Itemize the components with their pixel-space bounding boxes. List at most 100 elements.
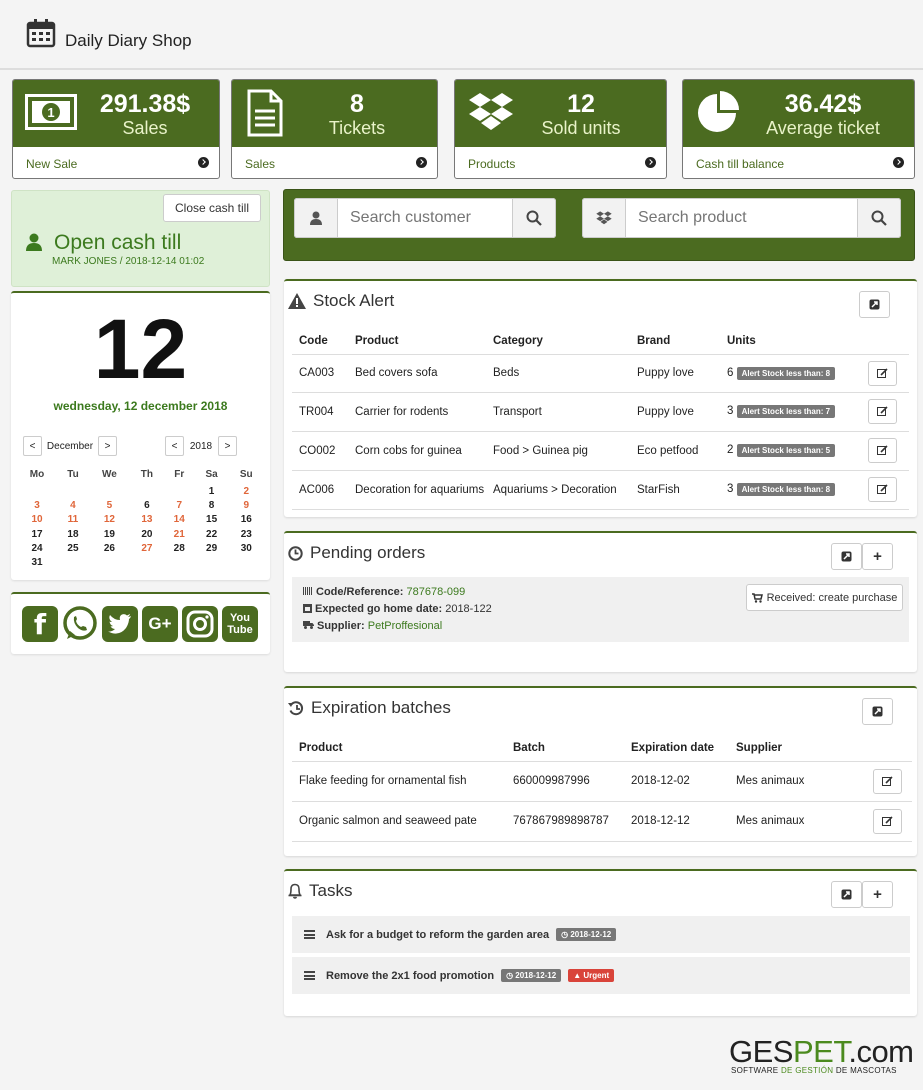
calendar-day[interactable]: 28 (164, 541, 195, 555)
calendar-day[interactable]: 8 (195, 498, 229, 512)
edit-button[interactable] (868, 399, 897, 424)
calendar-day[interactable]: 5 (89, 498, 130, 512)
stock-code: CO002 (292, 431, 348, 471)
stock-brand: StarFish (630, 470, 720, 510)
calendar-day[interactable]: 10 (17, 513, 57, 527)
calendar-day[interactable]: 19 (89, 527, 130, 541)
google-plus-icon[interactable]: G+ (142, 606, 178, 642)
new-sale-link[interactable]: New Sale (26, 157, 77, 171)
twitter-icon[interactable] (102, 606, 138, 642)
search-product-group (582, 198, 901, 238)
create-purchase-button[interactable]: Received: create purchase (746, 584, 903, 611)
stock-brand: Puppy love (630, 392, 720, 432)
instagram-icon[interactable] (182, 606, 218, 642)
calendar-day[interactable]: 12 (89, 513, 130, 527)
search-product-button[interactable] (857, 198, 901, 238)
calendar-day[interactable]: 29 (195, 541, 229, 555)
add-order-button[interactable]: + (862, 543, 893, 570)
calendar-day[interactable]: 21 (164, 527, 195, 541)
tickets-value: 8 (350, 90, 364, 118)
gespet-tagline: SOFTWARE DE GESTIÓN DE MASCOTAS (731, 1066, 897, 1075)
truck-icon (303, 621, 314, 629)
next-year-button[interactable]: > (218, 436, 237, 456)
calendar-day (229, 555, 264, 569)
stock-alert-badge: Alert Stock less than: 5 (736, 444, 836, 457)
calendar-day[interactable]: 4 (57, 498, 89, 512)
calendar-day[interactable]: 13 (130, 513, 164, 527)
search-customer-button[interactable] (512, 198, 556, 238)
calendar-day[interactable]: 31 (17, 555, 57, 569)
calendar-day (130, 555, 164, 569)
edit-button[interactable] (873, 808, 902, 834)
expand-button[interactable] (862, 698, 893, 725)
edit-button[interactable] (873, 768, 902, 794)
whatsapp-icon[interactable] (62, 606, 98, 642)
stock-code: CA003 (292, 354, 348, 393)
calendar-day (164, 555, 195, 569)
search-product-input[interactable] (626, 198, 857, 238)
stock-alert-panel: Stock Alert Code Product Category Brand … (284, 279, 917, 517)
social-links: f G+ You Tube (11, 592, 270, 654)
calendar-day (89, 555, 130, 569)
edit-button[interactable] (868, 477, 897, 502)
calendar-day[interactable]: 25 (57, 541, 89, 555)
edit-button[interactable] (868, 360, 897, 386)
expand-button[interactable] (831, 881, 862, 908)
calendar-day[interactable]: 22 (195, 527, 229, 541)
user-icon (26, 233, 42, 251)
calendar-day[interactable]: 18 (57, 527, 89, 541)
youtube-icon[interactable]: You Tube (222, 606, 258, 642)
edit-button[interactable] (868, 438, 897, 463)
cash-till-balance-link[interactable]: Cash till balance (696, 157, 784, 171)
calendar-day[interactable]: 30 (229, 541, 264, 555)
prev-month-button[interactable]: < (23, 436, 42, 456)
add-task-button[interactable]: + (862, 881, 893, 908)
task-item[interactable]: Ask for a budget to reform the garden ar… (292, 916, 910, 953)
sales-currency: $ (176, 90, 191, 118)
warning-icon (288, 293, 306, 309)
year-nav: < 2018 > (165, 436, 237, 456)
stock-units: 3 (727, 483, 734, 495)
dropbox-icon (582, 198, 626, 238)
calendar-day[interactable]: 7 (164, 498, 195, 512)
calendar-day[interactable]: 11 (57, 513, 89, 527)
task-item[interactable]: Remove the 2x1 food promotion ◷ 2018-12-… (292, 957, 910, 994)
calendar-day[interactable]: 16 (229, 513, 264, 527)
calendar-day[interactable]: 23 (229, 527, 264, 541)
calendar-day[interactable]: 24 (17, 541, 57, 555)
calendar-day[interactable]: 27 (130, 541, 164, 555)
stock-product: Decoration for aquariums (348, 470, 486, 510)
sales-link[interactable]: Sales (245, 157, 275, 171)
calendar-day[interactable]: 2 (229, 484, 264, 498)
average-ticket-currency: $ (847, 90, 862, 118)
arrow-circle-right-icon[interactable] (416, 157, 427, 168)
calendar-day (130, 484, 164, 498)
arrow-circle-right-icon[interactable] (893, 157, 904, 168)
calendar-day[interactable]: 26 (89, 541, 130, 555)
next-month-button[interactable]: > (98, 436, 117, 456)
close-cash-till-button[interactable]: Close cash till (163, 194, 261, 222)
order-code[interactable]: 787678-099 (406, 586, 465, 598)
calendar-day[interactable]: 3 (17, 498, 57, 512)
order-supplier[interactable]: PetProffesional (368, 620, 442, 632)
batch-product: Flake feeding for ornamental fish (292, 761, 506, 802)
facebook-icon[interactable]: f (22, 606, 58, 642)
search-customer-input[interactable] (338, 198, 512, 238)
products-link[interactable]: Products (468, 157, 515, 171)
arrow-circle-right-icon[interactable] (198, 157, 209, 168)
arrow-circle-right-icon[interactable] (645, 157, 656, 168)
expand-button[interactable] (859, 291, 890, 318)
calendar-day[interactable]: 9 (229, 498, 264, 512)
month-nav: < December > (23, 436, 117, 456)
calendar-day[interactable]: 17 (17, 527, 57, 541)
user-icon (294, 198, 338, 238)
calendar-day[interactable]: 15 (195, 513, 229, 527)
prev-year-button[interactable]: < (165, 436, 184, 456)
calendar-day[interactable]: 6 (130, 498, 164, 512)
drag-handle-icon[interactable] (304, 930, 315, 939)
drag-handle-icon[interactable] (304, 971, 315, 980)
calendar-day[interactable]: 20 (130, 527, 164, 541)
expand-button[interactable] (831, 543, 862, 570)
calendar-day[interactable]: 1 (195, 484, 229, 498)
calendar-day[interactable]: 14 (164, 513, 195, 527)
